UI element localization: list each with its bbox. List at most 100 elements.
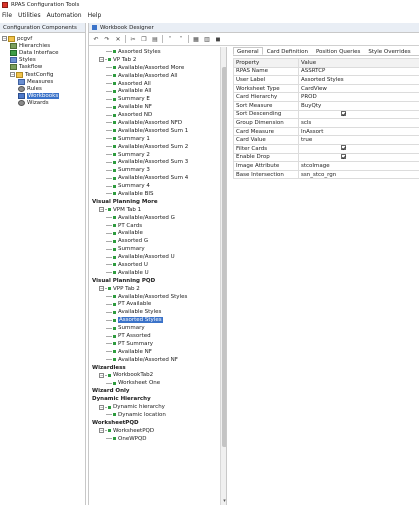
worksheet-node[interactable]: PT Cards [89,222,226,230]
move-down-icon[interactable]: ˅ [177,35,185,43]
palette-icon[interactable]: ◼ [214,35,222,43]
property-value[interactable]: scls [298,118,419,128]
worksheet-node[interactable]: Available U [89,269,226,277]
scrollbar-thumb[interactable] [222,67,226,447]
grid-view-icon[interactable]: ▦ [192,35,200,43]
component-tree-item-workbooks[interactable]: Workbooks [0,93,85,100]
worksheet-node[interactable]: Available/Assorted Sum 4 [89,174,226,182]
workbook-node[interactable]: Visual Planning PQD [89,277,226,285]
worksheet-node[interactable]: OneWPQD [89,435,226,443]
property-value[interactable]: CardView [298,83,419,94]
property-value[interactable]: PROD [298,92,419,102]
property-value[interactable]: true [298,135,419,145]
tab-node[interactable]: − WorkbookTab2 [89,372,226,380]
worksheet-node[interactable]: Available/Assorted NFD [89,119,226,127]
worksheet-node[interactable]: Available/Assorted U [89,253,226,261]
worksheet-node[interactable]: Summary E [89,95,226,103]
worksheet-node[interactable]: PT Assorted [89,332,226,340]
component-tree-item-pcgvf[interactable]: − pcgvf [0,35,85,42]
undo-icon[interactable]: ↶ [92,35,100,43]
delete-icon[interactable]: ✕ [114,35,122,43]
checkbox[interactable] [341,153,346,159]
worksheet-node[interactable]: Assorted Styles [89,48,226,56]
menu-utilities[interactable]: Utilities [18,12,41,19]
worksheet-node[interactable]: Summary 2 [89,151,226,159]
checkbox[interactable] [341,110,346,116]
worksheet-node[interactable]: Available/Assorted Sum 1 [89,127,226,135]
cut-icon[interactable]: ✂ [129,35,137,43]
worksheet-node[interactable]: Available/Assorted All [89,72,226,80]
property-value[interactable]: stcoImage [298,161,419,171]
paste-icon[interactable]: ▤ [151,35,159,43]
collapse-icon[interactable]: − [99,428,104,434]
worksheet-node[interactable]: Available/Assorted More [89,64,226,72]
property-checkbox-cell[interactable] [298,109,419,120]
component-tree-item-data-interface[interactable]: Data Interface [0,49,85,56]
worksheet-node[interactable]: Available Styles [89,308,226,316]
workbook-node[interactable]: WorksheetPQD [89,419,226,427]
menu-file[interactable]: File [2,12,12,19]
collapse-icon[interactable]: − [99,57,104,63]
worksheet-node[interactable]: Dynamic location [89,411,226,419]
property-checkbox-cell[interactable] [298,143,419,154]
component-tree-item-wizards[interactable]: Wizards [0,100,85,107]
worksheet-node[interactable]: Available/Assorted Styles [89,293,226,301]
workbook-node[interactable]: Dynamic Hierarchy [89,395,226,403]
worksheet-node[interactable]: PT Available [89,301,226,309]
component-tree-item-styles[interactable]: Styles [0,57,85,64]
menu-help[interactable]: Help [88,12,102,19]
tab-general[interactable]: General [233,47,263,55]
redo-icon[interactable]: ↷ [103,35,111,43]
worksheet-node[interactable]: Summary 1 [89,135,226,143]
collapse-icon[interactable]: − [99,404,104,410]
worksheet-node[interactable]: Summary [89,324,226,332]
tab-node[interactable]: − VPM Tab 1 [89,206,226,214]
workbook-node[interactable]: Wizard Only [89,387,226,395]
worksheet-node[interactable]: Assorted All [89,80,226,88]
worksheet-node[interactable]: Available/Assorted Sum 2 [89,143,226,151]
collapse-icon[interactable]: − [99,286,104,292]
worksheet-node[interactable]: Summary 3 [89,166,226,174]
copy-icon[interactable]: ❐ [140,35,148,43]
worksheet-node[interactable]: Available/Assorted Sum 3 [89,158,226,166]
workbook-node[interactable]: Visual Planning More [89,198,226,206]
worksheet-node[interactable]: PT Summary [89,340,226,348]
tab-style-overrides[interactable]: Style Overrides [364,47,414,55]
property-value[interactable]: Assorted Styles [298,75,419,85]
component-tree-item-hierarchies[interactable]: Hierarchies [0,42,85,49]
worksheet-node[interactable]: Available/Assorted NF [89,356,226,364]
worksheet-node[interactable]: Available All [89,87,226,95]
scroll-down-icon[interactable]: ▾ [222,499,226,504]
worksheet-node[interactable]: Summary 4 [89,182,226,190]
collapse-icon[interactable]: − [99,372,104,378]
list-view-icon[interactable]: ▥ [203,35,211,43]
worksheet-node[interactable]: Assorted Styles [89,316,226,324]
worksheet-node[interactable]: Available BIS [89,190,226,198]
property-checkbox-cell[interactable] [298,152,419,163]
worksheet-node[interactable]: Assorted U [89,261,226,269]
collapse-icon[interactable]: − [2,36,7,42]
component-tree-item-measures[interactable]: Measures [0,78,85,85]
move-up-icon[interactable]: ˄ [166,35,174,43]
worksheet-node[interactable]: Available/Assorted G [89,214,226,222]
checkbox[interactable] [341,145,346,151]
tab-node[interactable]: − WorksheetPQD [89,427,226,435]
component-tree-item-rules[interactable]: Rules [0,85,85,92]
property-value[interactable]: ASSRTCP [298,66,419,77]
tab-node[interactable]: − VPP Tab 2 [89,285,226,293]
tab-node[interactable]: − VP Tab 2 [89,56,226,64]
tree-scrollbar[interactable]: ▾ [220,47,226,505]
property-value[interactable]: BuyQty [298,100,419,111]
property-value[interactable]: InAssort [298,126,419,137]
collapse-icon[interactable]: − [10,72,15,78]
worksheet-node[interactable]: Summary [89,245,226,253]
worksheet-node[interactable]: Available NF [89,103,226,111]
tab-position-queries[interactable]: Position Queries [312,47,364,55]
collapse-icon[interactable]: − [99,207,104,213]
worksheet-node[interactable]: Assorted G [89,237,226,245]
component-tree-item-testconfig[interactable]: − TestConfig [0,71,85,78]
worksheet-node[interactable]: Assorted ND [89,111,226,119]
component-tree-item-taskflow[interactable]: Taskflow [0,64,85,71]
property-value[interactable]: ssn_stco_rgn [298,169,419,180]
menu-automation[interactable]: Automation [47,12,82,19]
